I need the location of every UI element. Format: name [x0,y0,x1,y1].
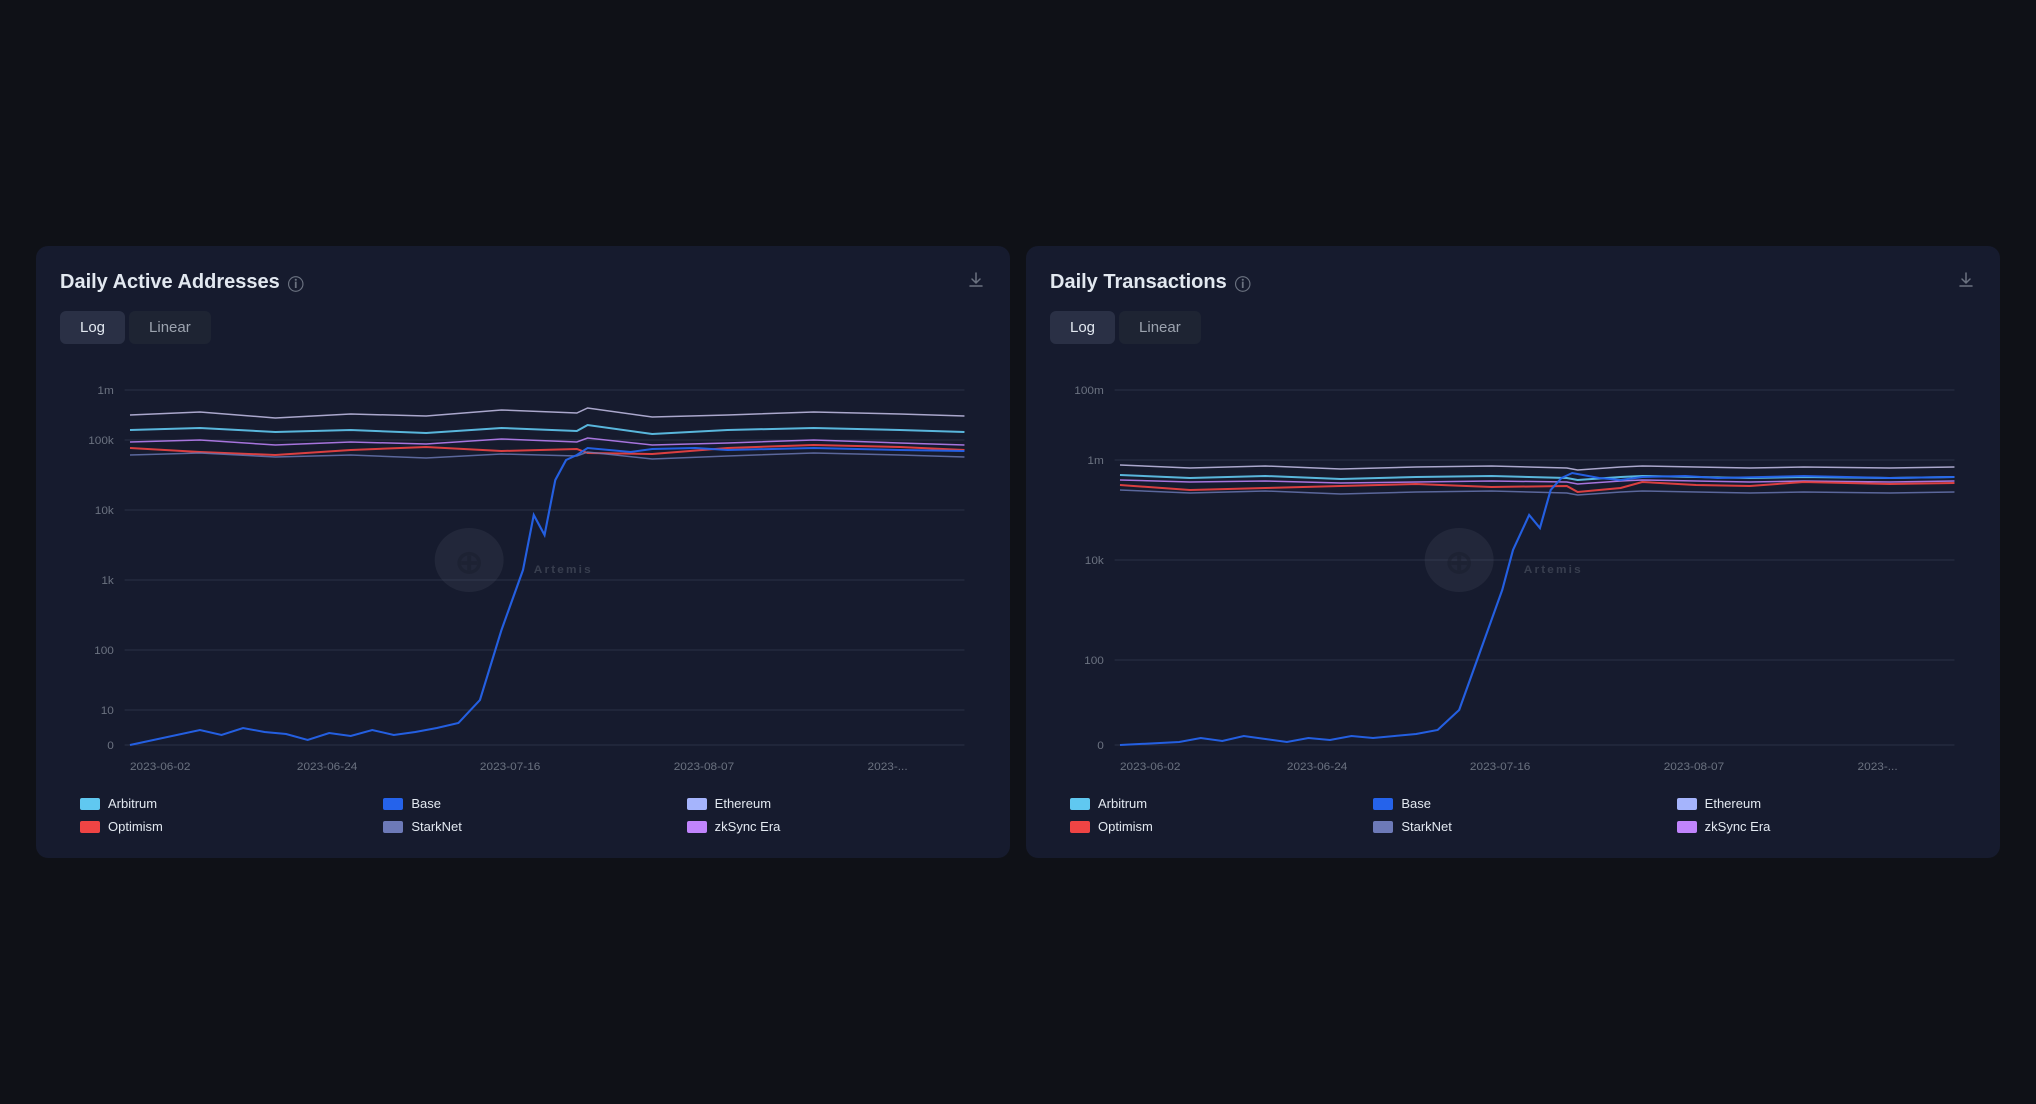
svg-text:100: 100 [94,645,114,657]
svg-text:100k: 100k [88,435,114,447]
svg-text:2023-06-24: 2023-06-24 [297,761,358,773]
dashboard: Daily Active Addresses ⓘ Log Linear [20,230,2016,874]
svg-text:⊕: ⊕ [1445,545,1474,581]
info-icon-1[interactable]: ⓘ [288,271,304,295]
svg-text:1m: 1m [97,385,113,397]
legend-label-optimism-2: Optimism [1098,819,1153,834]
title-text-1: Daily Active Addresses [60,271,280,294]
svg-text:Artemis: Artemis [1524,564,1583,576]
legend-label-zksync-2: zkSync Era [1705,819,1771,834]
legend-color-base-1 [383,798,403,810]
daily-active-addresses-card: Daily Active Addresses ⓘ Log Linear [36,246,1010,858]
legend-item-starknet-1: StarkNet [383,819,662,834]
legend-color-starknet-1 [383,821,403,833]
legend-item-ethereum-2: Ethereum [1677,796,1956,811]
legend-item-starknet-2: StarkNet [1373,819,1652,834]
legend-color-zksync-2 [1677,821,1697,833]
svg-text:100m: 100m [1074,385,1104,397]
svg-text:1m: 1m [1087,455,1103,467]
legend-item-base-2: Base [1373,796,1652,811]
linear-toggle-btn-1[interactable]: Linear [129,311,211,344]
title-text-2: Daily Transactions [1050,271,1227,294]
card-title-2: Daily Transactions ⓘ [1050,271,1251,295]
legend-label-zksync-1: zkSync Era [715,819,781,834]
svg-text:100: 100 [1084,655,1104,667]
legend-color-arbitrum-1 [80,798,100,810]
svg-text:10: 10 [101,705,114,717]
log-toggle-btn-1[interactable]: Log [60,311,125,344]
svg-text:0: 0 [107,740,114,752]
scale-toggle-2: Log Linear [1050,311,1976,344]
card-header-2: Daily Transactions ⓘ [1050,270,1976,295]
svg-text:1k: 1k [101,575,114,587]
svg-text:⊕: ⊕ [455,545,484,581]
legend-item-zksync-2: zkSync Era [1677,819,1956,834]
svg-text:2023-07-16: 2023-07-16 [480,761,540,773]
legend-color-optimism-1 [80,821,100,833]
info-icon-2[interactable]: ⓘ [1235,271,1251,295]
svg-text:2023-06-24: 2023-06-24 [1287,761,1348,773]
card-title-1: Daily Active Addresses ⓘ [60,271,304,295]
legend-label-base-2: Base [1401,796,1431,811]
linear-toggle-btn-2[interactable]: Linear [1119,311,1201,344]
legend-label-optimism-1: Optimism [108,819,163,834]
svg-text:0: 0 [1097,740,1104,752]
svg-text:2023-...: 2023-... [868,761,908,773]
legend-label-ethereum-2: Ethereum [1705,796,1761,811]
svg-text:2023-06-02: 2023-06-02 [130,761,190,773]
legend-1: Arbitrum Base Ethereum Optimism StarkNet… [60,796,986,834]
legend-label-ethereum-1: Ethereum [715,796,771,811]
legend-label-starknet-2: StarkNet [1401,819,1452,834]
daily-transactions-card: Daily Transactions ⓘ Log Linear [1026,246,2000,858]
legend-item-optimism-2: Optimism [1070,819,1349,834]
legend-color-zksync-1 [687,821,707,833]
legend-item-ethereum-1: Ethereum [687,796,966,811]
svg-text:2023-07-16: 2023-07-16 [1470,761,1530,773]
svg-text:2023-08-07: 2023-08-07 [1664,761,1724,773]
legend-label-base-1: Base [411,796,441,811]
legend-color-ethereum-2 [1677,798,1697,810]
legend-label-arbitrum-2: Arbitrum [1098,796,1147,811]
legend-color-ethereum-1 [687,798,707,810]
log-toggle-btn-2[interactable]: Log [1050,311,1115,344]
legend-color-base-2 [1373,798,1393,810]
svg-text:2023-...: 2023-... [1858,761,1898,773]
legend-label-arbitrum-1: Arbitrum [108,796,157,811]
chart-2: 100m 1m 10k 100 0 2023-06-02 2023-06-24 … [1050,360,1976,780]
download-icon-2[interactable] [1956,270,1976,295]
legend-item-arbitrum-1: Arbitrum [80,796,359,811]
chart-1: 1m 100k 10k 1k 100 10 0 2023-06-02 2023-… [60,360,986,780]
svg-text:10k: 10k [95,505,114,517]
download-icon-1[interactable] [966,270,986,295]
legend-item-zksync-1: zkSync Era [687,819,966,834]
legend-color-starknet-2 [1373,821,1393,833]
legend-2: Arbitrum Base Ethereum Optimism StarkNet… [1050,796,1976,834]
svg-text:10k: 10k [1085,555,1104,567]
legend-item-base-1: Base [383,796,662,811]
svg-text:2023-08-07: 2023-08-07 [674,761,734,773]
legend-item-optimism-1: Optimism [80,819,359,834]
card-header-1: Daily Active Addresses ⓘ [60,270,986,295]
legend-item-arbitrum-2: Arbitrum [1070,796,1349,811]
scale-toggle-1: Log Linear [60,311,986,344]
svg-text:2023-06-02: 2023-06-02 [1120,761,1180,773]
legend-color-arbitrum-2 [1070,798,1090,810]
svg-text:Artemis: Artemis [534,564,593,576]
legend-label-starknet-1: StarkNet [411,819,462,834]
legend-color-optimism-2 [1070,821,1090,833]
